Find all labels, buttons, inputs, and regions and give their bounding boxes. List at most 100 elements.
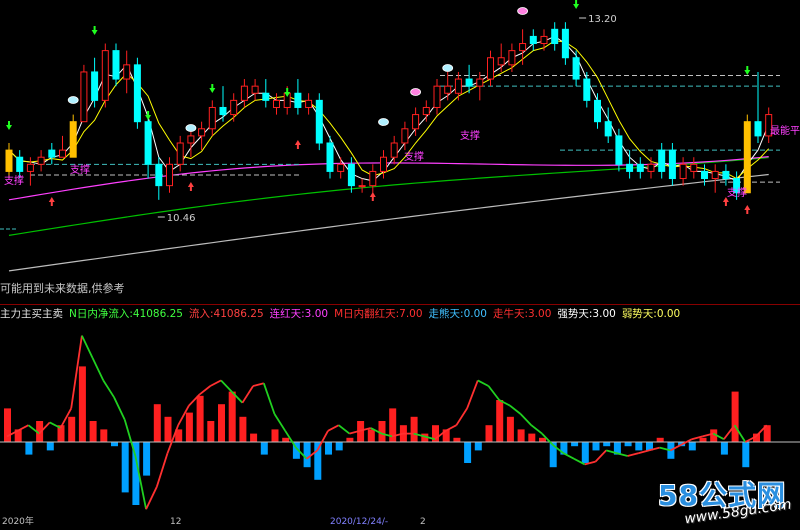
candle-body [594,99,601,123]
flow-line-segment [220,379,233,393]
candle-body [358,185,366,188]
flow-line-segment [17,424,29,432]
flow-line-segment [102,379,115,398]
flow-line-segment [327,424,340,432]
flow-line-segment [209,379,222,387]
flow-bar [699,437,707,442]
flow-bar [378,421,386,442]
candle-body [347,163,355,187]
flow-bar [303,442,311,468]
flow-line-segment [155,452,169,488]
price-chart-pane[interactable]: 支撑 支撑 支撑 支撑 支撑 最能平 13.20 10.46 可能用到未来数据,供参考 [0,0,800,305]
indicator-inflow: 流入:41086.25 [189,307,264,320]
support-label: 支撑 [70,163,90,176]
candle-body [722,170,730,180]
up-arrow-icon [48,197,55,206]
flow-bar [68,416,76,442]
flow-line-segment [262,382,276,415]
candle-body [91,71,99,101]
up-arrow-icon [744,205,751,214]
flow-bar [517,429,525,442]
flow-line-segment [466,380,479,409]
flow-bar [571,442,579,447]
flow-bar [367,429,375,442]
flow-bar [250,433,258,442]
support-label: 支撑 [460,129,480,142]
candle-body [487,57,494,80]
flow-line-segment [445,424,457,432]
candle-body [305,99,313,108]
candle-body [5,149,13,172]
flow-bar [185,412,193,442]
flow-line-segment [338,424,350,435]
indicator-bear-days: 走熊天:0.00 [428,307,487,320]
candle-body [615,135,623,165]
candle-body [315,99,323,144]
candle-body [743,121,751,194]
flow-bar [688,442,696,451]
flow-line-segment [199,385,211,396]
flow-bar [485,425,493,442]
high-price-label: 13.20 [588,14,617,25]
candle-body [583,78,591,101]
flow-bar [143,442,151,476]
time-axis-label: 2020/12/24/- [330,517,388,526]
candle-body [166,163,173,187]
candle-body [198,128,206,137]
flow-bar [656,437,664,442]
flow-bar [346,437,354,442]
support-label: 支撑 [404,150,424,163]
flow-bar [207,421,215,442]
flow-line-segment [81,335,94,359]
candle-body [219,106,227,116]
flow-line-segment [530,424,543,435]
time-axis-label: 12 [170,517,181,526]
flow-line-segment [627,452,639,457]
ma-mid-line [8,156,769,236]
flow-bar [164,416,172,442]
candle-body [176,142,184,165]
candle-body [690,163,698,172]
candle-body [529,35,537,45]
future-data-note: 可能用到未来数据,供参考 [0,282,125,295]
ma-magenta-line [8,156,769,201]
candle-body [454,78,462,94]
flow-line-segment [145,486,158,510]
candle-body [433,85,441,108]
flow-line-segment [241,385,254,404]
candle-body [69,121,77,158]
flow-bar [25,442,33,455]
candle-body [155,163,163,187]
candle-body [551,28,559,45]
flow-bar [742,442,750,468]
candle-body [508,50,516,66]
indicator-title: 主力主买主卖 [0,307,63,320]
candlestick-chart[interactable]: 支撑支撑支撑支撑支撑最能平13.2010.46 [0,0,800,305]
flow-bar [624,442,632,447]
candle-body [16,156,24,172]
candle-body [754,121,762,137]
candle-body [561,28,569,59]
flow-bar [260,442,268,455]
flow-bar [46,442,54,451]
gem-icon [185,124,197,132]
flow-bar [218,404,225,442]
money-flow-pane[interactable]: 主力主买主卖 N日内净流入:41086.25 流入:41086.25 连红天:3… [0,305,800,527]
candle-body [476,78,484,87]
candle-body [519,43,527,52]
candle-body [123,64,131,80]
flow-bar [239,416,247,442]
flow-bar [720,442,728,455]
flow-bar [100,429,108,442]
indicator-weak-days: 弱势天:0.00 [621,307,681,320]
flow-bar [282,437,290,442]
candle-body [101,50,109,101]
candle-body [401,128,409,144]
flow-line-segment [273,413,286,432]
gem-icon [517,7,528,15]
candle-body [80,71,88,123]
flow-bar [506,416,514,442]
flow-bar [325,442,332,455]
up-arrow-icon [369,192,376,201]
support-label: 支撑 [4,174,24,187]
